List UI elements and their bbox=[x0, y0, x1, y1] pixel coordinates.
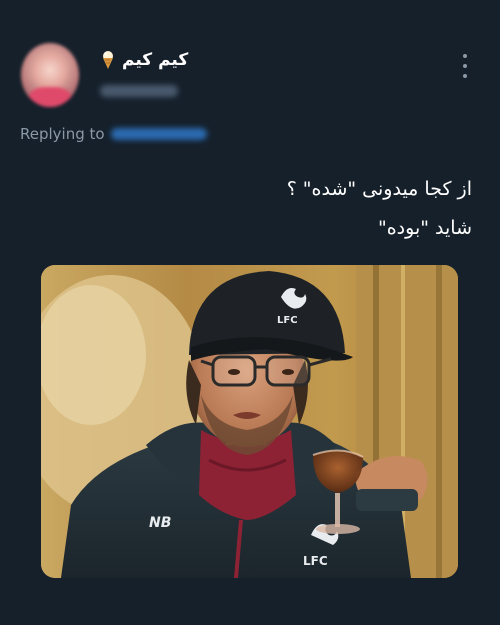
replying-to: Replying to bbox=[20, 125, 207, 143]
reply-mention-blurred[interactable] bbox=[110, 128, 207, 140]
nb-logo: NB bbox=[149, 515, 171, 531]
ice-cream-icon bbox=[103, 51, 113, 69]
avatar-shirt bbox=[29, 87, 71, 107]
author-handle-blurred[interactable] bbox=[100, 85, 178, 97]
more-options-icon[interactable] bbox=[458, 54, 472, 78]
meme-photo: NB LFC LFC bbox=[41, 265, 458, 578]
tweet-reply-screen: کیم کیم Replying to از کجا میدونی "شده" … bbox=[0, 0, 500, 625]
tweet-body-line-2: شاید "بوده" bbox=[377, 217, 472, 239]
more-dot bbox=[463, 54, 467, 58]
eye-right bbox=[282, 369, 294, 375]
author-avatar[interactable] bbox=[21, 43, 79, 107]
more-dot bbox=[463, 64, 467, 68]
replying-to-label: Replying to bbox=[20, 125, 105, 143]
tweet-body-line-1: از کجا میدونی "شده" ؟ bbox=[286, 178, 472, 200]
sleeve-cuff bbox=[356, 489, 418, 511]
more-dot bbox=[463, 74, 467, 78]
tweet-media-photo[interactable]: NB LFC LFC bbox=[41, 265, 458, 578]
avatar-face bbox=[33, 53, 67, 91]
eye-left bbox=[228, 369, 240, 375]
panel-line bbox=[436, 265, 442, 578]
cap-lfc-text: LFC bbox=[277, 315, 298, 326]
display-name-text: کیم کیم bbox=[122, 50, 189, 70]
background-highlight bbox=[41, 285, 146, 425]
author-display-name[interactable]: کیم کیم bbox=[100, 50, 195, 70]
tweet-body: از کجا میدونی "شده" ؟ شاید "بوده" bbox=[52, 170, 472, 248]
jacket-lfc-text: LFC bbox=[303, 554, 328, 568]
